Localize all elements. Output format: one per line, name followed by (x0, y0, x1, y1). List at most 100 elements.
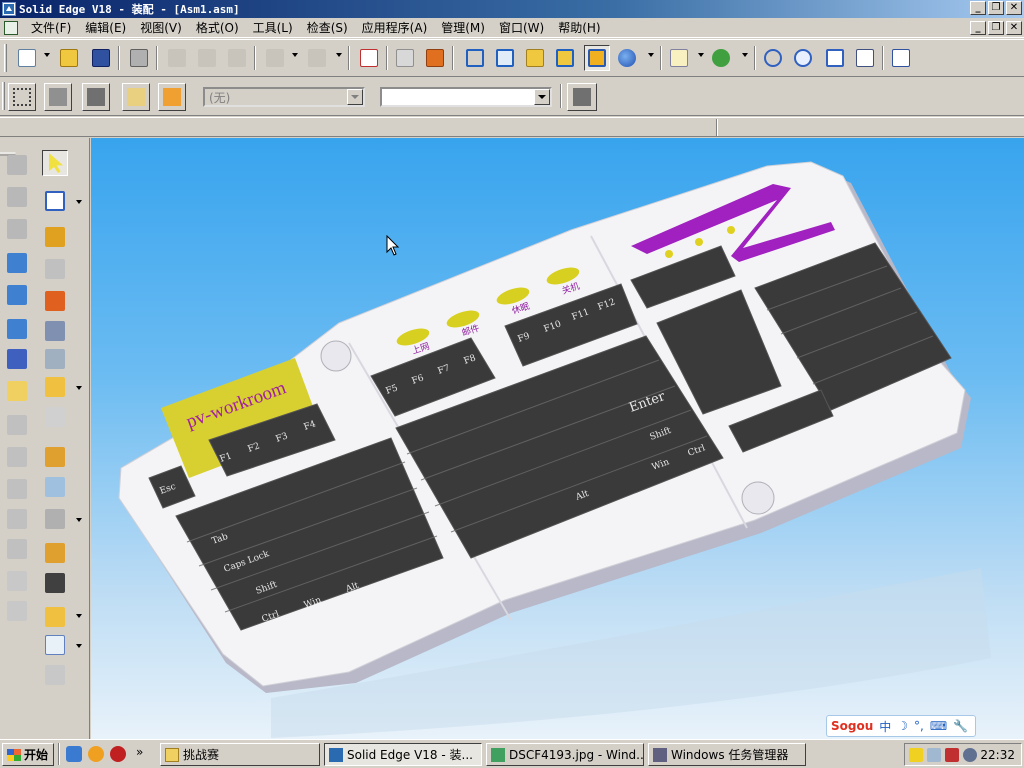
task-image-viewer[interactable]: DSCF4193.jpg - Wind... (486, 743, 644, 766)
component-button[interactable] (44, 83, 72, 111)
tray-volume-icon[interactable] (963, 747, 977, 762)
insert-component-tool[interactable] (42, 224, 68, 250)
sb-part-icon-5[interactable] (4, 282, 30, 308)
sb-part-icon-1[interactable] (4, 152, 30, 178)
shaded-visible-edges-button[interactable] (584, 45, 610, 71)
new-button[interactable] (14, 45, 40, 71)
assemble-tool[interactable] (42, 288, 68, 314)
quicklaunch-ie-icon[interactable] (66, 746, 82, 762)
drag-component-tool[interactable] (42, 474, 68, 500)
assembly-pathfinder-tool[interactable] (42, 188, 68, 214)
ime-toolbar[interactable]: Sogou 中 ☽ °, ⌨ 🔧 (826, 715, 976, 737)
undo-dropdown-arrow[interactable] (292, 53, 298, 57)
refresh-button[interactable] (708, 45, 734, 71)
refresh-dropdown-arrow[interactable] (742, 53, 748, 57)
place-part-tool[interactable] (42, 256, 68, 282)
redo-dropdown-arrow[interactable] (336, 53, 342, 57)
section-tool[interactable] (42, 662, 68, 688)
stack-button[interactable] (158, 83, 186, 111)
sb-part-icon-8[interactable] (4, 378, 30, 404)
select-tool-button[interactable] (8, 83, 36, 111)
flow-tool[interactable] (42, 404, 68, 430)
paste-button[interactable] (224, 45, 250, 71)
restore-button[interactable]: ❐ (988, 1, 1004, 15)
minimize-button[interactable]: _ (970, 1, 986, 15)
menu-view[interactable]: 视图(V) (133, 19, 189, 36)
ime-mode-indicator[interactable]: 中 (879, 718, 891, 735)
tray-security-icon[interactable] (945, 747, 959, 762)
menu-tools[interactable]: 工具(L) (246, 19, 300, 36)
select-tool[interactable] (42, 150, 68, 176)
sb-part-icon-3[interactable] (4, 216, 30, 242)
tray-star-icon[interactable] (909, 747, 923, 762)
view-style-button[interactable] (666, 45, 692, 71)
sb-part-icon-15[interactable] (4, 598, 30, 624)
paint-button[interactable] (567, 83, 597, 111)
sb-part-icon-11[interactable] (4, 476, 30, 502)
zoom-button[interactable] (790, 45, 816, 71)
fit-view-button[interactable] (822, 45, 848, 71)
pan-button[interactable] (852, 45, 878, 71)
sb-part-icon-7[interactable] (4, 346, 30, 372)
zoom-area-button[interactable] (760, 45, 786, 71)
sb-part-icon-12[interactable] (4, 506, 30, 532)
doc-close-button[interactable]: ✕ (1006, 21, 1022, 35)
hidden-edges-button[interactable] (492, 45, 518, 71)
copy-button[interactable] (194, 45, 220, 71)
quicklaunch-more-chevron-icon[interactable]: » (136, 745, 143, 759)
ime-moon-icon[interactable]: ☽ (897, 719, 908, 733)
menu-file[interactable]: 文件(F) (24, 19, 78, 36)
explode-dropdown-arrow[interactable] (76, 518, 82, 522)
ime-punctuation-icon[interactable]: °, (914, 719, 924, 733)
explode-tool[interactable] (42, 506, 68, 532)
pattern-button[interactable] (82, 83, 110, 111)
coordinate-system-tool[interactable] (42, 604, 68, 630)
quicklaunch-media-icon[interactable] (110, 746, 126, 762)
assembly-part-button[interactable] (422, 45, 448, 71)
part-select-button[interactable] (122, 83, 150, 111)
tray-network-icon[interactable] (927, 747, 941, 762)
menu-applications[interactable]: 应用程序(A) (355, 19, 435, 36)
sb-part-icon-4[interactable] (4, 250, 30, 276)
view-style-dropdown-arrow[interactable] (698, 53, 704, 57)
sb-part-icon-9[interactable] (4, 412, 30, 438)
doc-minimize-button[interactable]: _ (970, 21, 986, 35)
toolbar-grip[interactable] (4, 44, 7, 72)
sb-part-icon-13[interactable] (4, 536, 30, 562)
open-button[interactable] (56, 45, 82, 71)
menu-manage[interactable]: 管理(M) (434, 19, 492, 36)
shaded-view-button[interactable] (522, 45, 548, 71)
pattern-tool[interactable] (42, 346, 68, 372)
section-dropdown-arrow[interactable] (76, 644, 82, 648)
menu-edit[interactable]: 编辑(E) (78, 19, 133, 36)
motor-tool[interactable] (42, 540, 68, 566)
replace-dropdown-arrow[interactable] (76, 386, 82, 390)
pathfinder-dropdown-arrow[interactable] (76, 200, 82, 204)
sb-part-icon-2[interactable] (4, 184, 30, 210)
ime-settings-wrench-icon[interactable]: 🔧 (953, 719, 968, 733)
cut-button[interactable] (164, 45, 190, 71)
doc-restore-button[interactable]: ❐ (988, 21, 1004, 35)
style-combobox[interactable]: (无) (203, 87, 365, 107)
new-dropdown-arrow[interactable] (44, 53, 50, 57)
sb-part-icon-10[interactable] (4, 444, 30, 470)
sb-part-icon-14[interactable] (4, 568, 30, 594)
menu-inspect[interactable]: 检查(S) (300, 19, 355, 36)
print-button[interactable] (126, 45, 152, 71)
move-part-tool[interactable] (42, 444, 68, 470)
replace-part-tool[interactable] (42, 374, 68, 400)
toolbar2-grip[interactable] (2, 82, 5, 110)
style-combobox-arrow[interactable] (347, 89, 363, 105)
quicklaunch-qq-icon[interactable] (88, 746, 104, 762)
wireframe-view-button[interactable] (462, 45, 488, 71)
redo-button[interactable] (304, 45, 330, 71)
task-manager[interactable]: Windows 任务管理器 (648, 743, 806, 766)
menu-help[interactable]: 帮助(H) (551, 19, 607, 36)
properties-button[interactable] (356, 45, 382, 71)
clock[interactable]: 22:32 (980, 748, 1015, 762)
filter-combobox-arrow[interactable] (534, 89, 550, 105)
task-folder[interactable]: 挑战赛 (160, 743, 320, 766)
fastener-tool[interactable] (42, 318, 68, 344)
reference-plane-tool[interactable] (42, 632, 68, 658)
save-button[interactable] (88, 45, 114, 71)
